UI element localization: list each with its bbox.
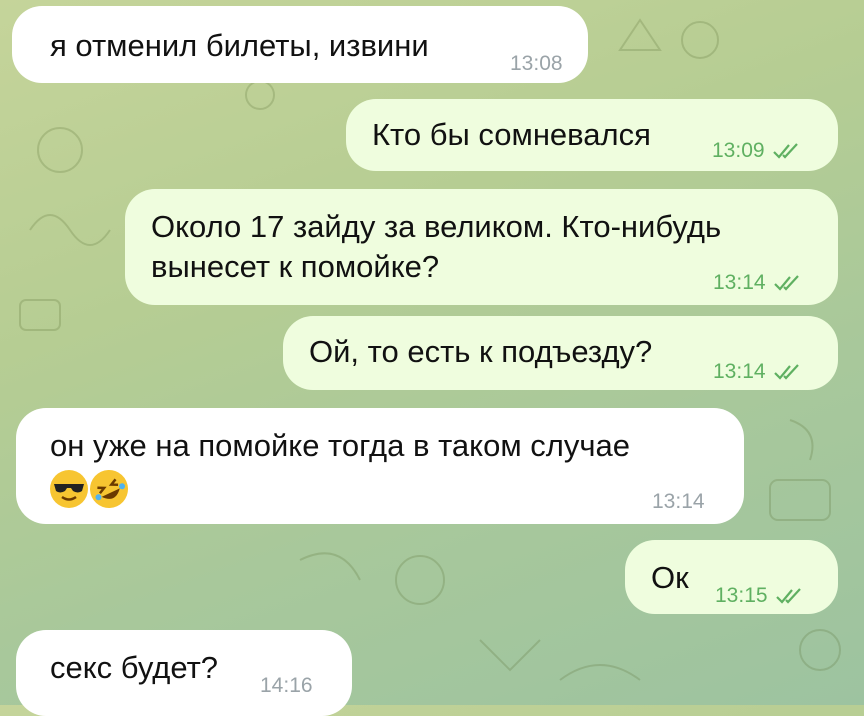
message-time: 13:14: [652, 490, 705, 513]
message-time: 13:14: [713, 360, 804, 384]
message-text: я отменил билеты, извини: [50, 28, 429, 63]
sunglasses-face-emoji: [50, 470, 88, 508]
message-text: Ой, то есть к подъезду?: [309, 334, 653, 369]
message-bubble-outgoing[interactable]: Ок 13:15: [625, 540, 838, 614]
message-time: 13:14: [713, 271, 804, 295]
message-bubble-incoming[interactable]: секс будет? 14:16: [16, 630, 352, 716]
message-time: 13:15: [715, 584, 806, 608]
message-text: секс будет?: [50, 650, 219, 685]
rolling-laughing-face-emoji: [83, 463, 135, 515]
message-text: он уже на помойке тогда в таком случае: [50, 428, 630, 463]
message-time: 13:09: [712, 139, 803, 163]
double-check-icon: [775, 588, 801, 604]
message-time: 13:08: [510, 52, 563, 75]
message-text: Ок: [651, 560, 689, 595]
message-bubble-outgoing[interactable]: Ой, то есть к подъезду? 13:14: [283, 316, 838, 390]
chat-area[interactable]: я отменил билеты, извини 13:08 Кто бы со…: [0, 0, 864, 716]
message-time: 14:16: [260, 674, 313, 697]
message-bubble-incoming[interactable]: он уже на помойке тогда в таком случае 1…: [16, 408, 744, 524]
message-bubble-incoming[interactable]: я отменил билеты, извини 13:08: [12, 6, 588, 83]
message-bubble-outgoing[interactable]: Кто бы сомневался 13:09: [346, 99, 838, 171]
message-bubble-outgoing[interactable]: Около 17 зайду за великом. Кто-нибудь вы…: [125, 189, 838, 305]
message-text-line: вынесет к помойке?: [151, 249, 440, 284]
message-text-line: Около 17 зайду за великом. Кто-нибудь: [151, 209, 722, 244]
double-check-icon: [773, 275, 799, 291]
message-text: Кто бы сомневался: [372, 117, 651, 152]
double-check-icon: [773, 364, 799, 380]
double-check-icon: [772, 143, 798, 159]
